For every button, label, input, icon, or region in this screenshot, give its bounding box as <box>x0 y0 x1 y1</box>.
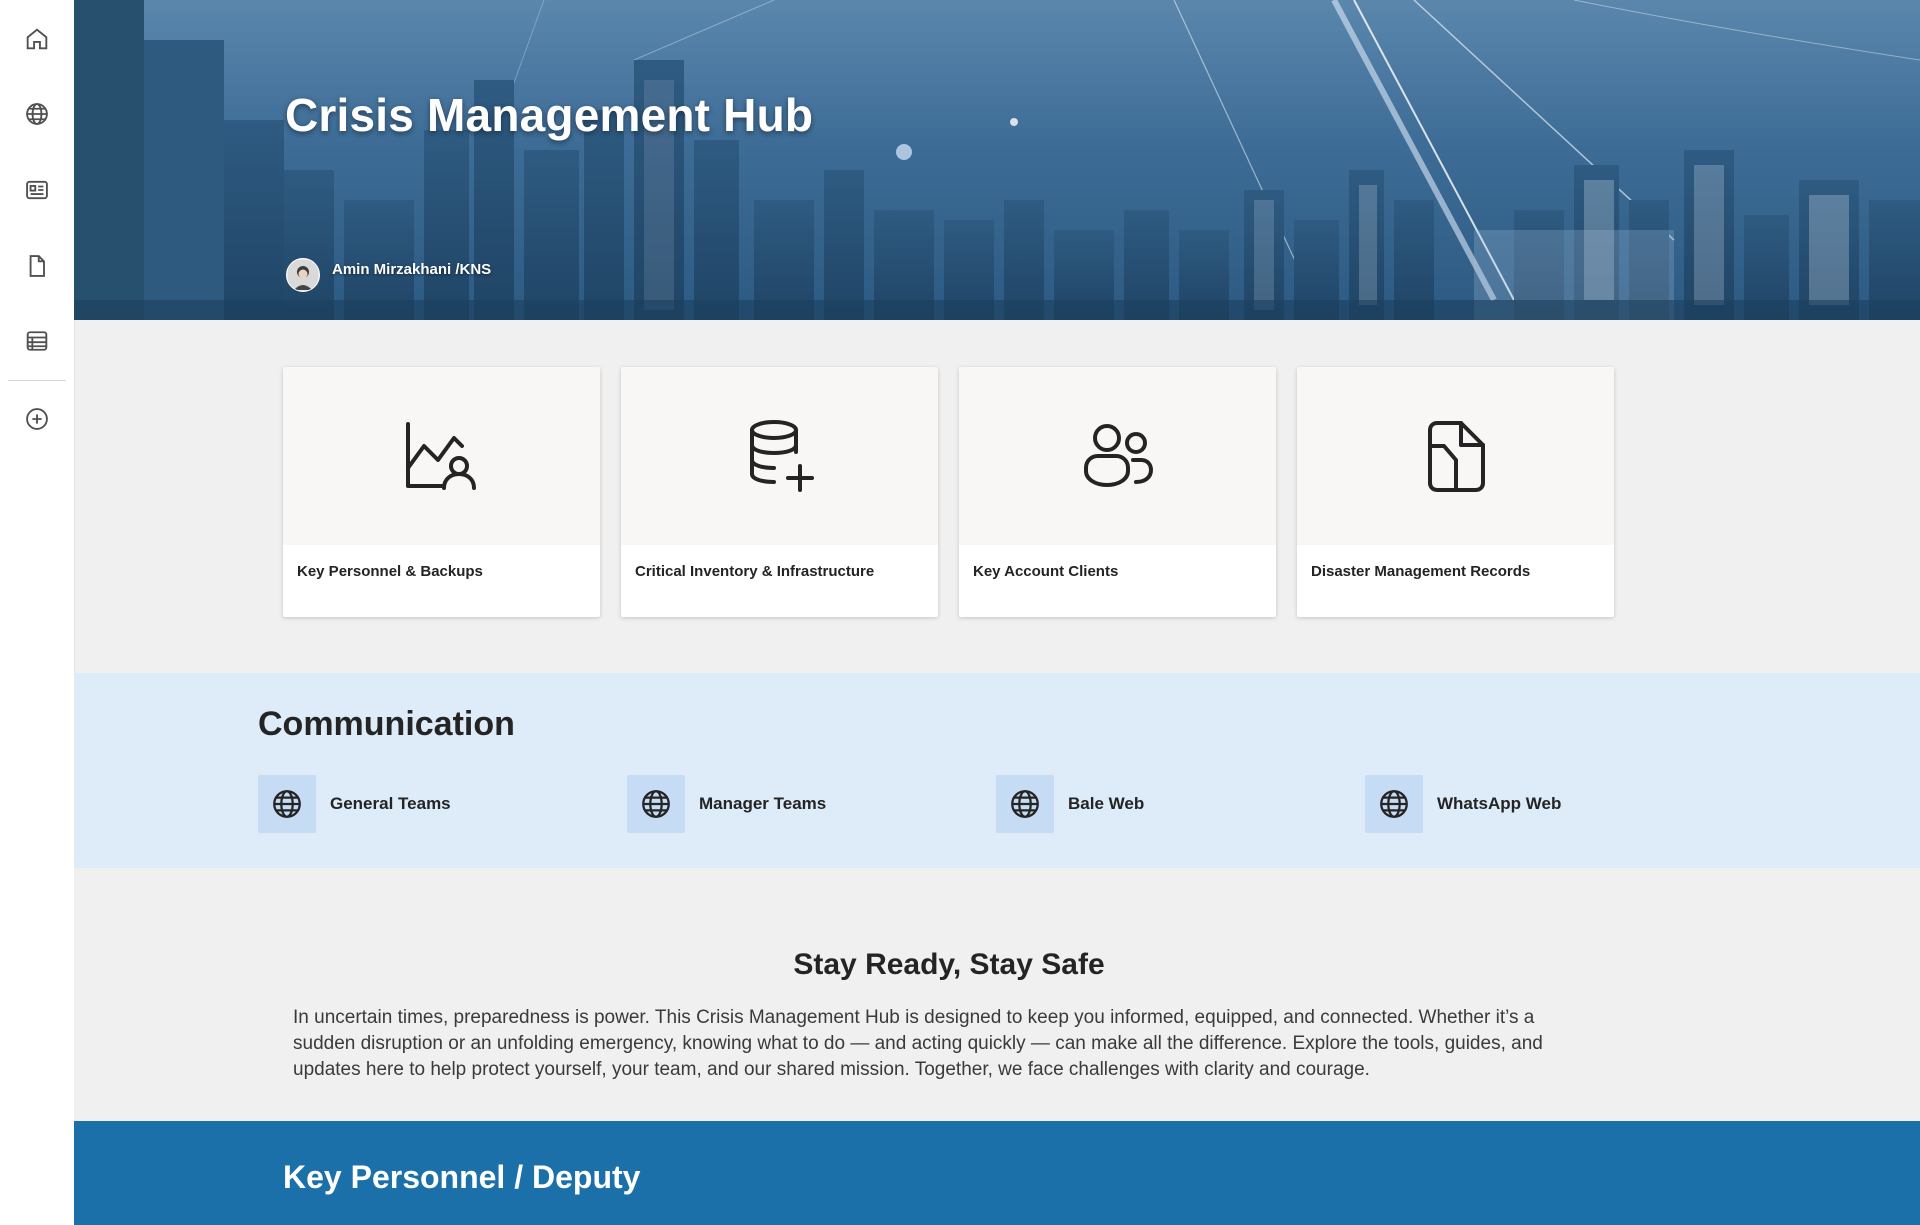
quick-link-key-personnel[interactable]: Key Personnel & Backups <box>283 367 600 617</box>
intro-body: In uncertain times, preparedness is powe… <box>293 1007 1543 1080</box>
link-label: WhatsApp Web <box>1437 794 1562 813</box>
link-bale-web[interactable]: Bale Web <box>996 775 1326 833</box>
person-photo-icon <box>288 260 318 290</box>
document-folder-icon <box>1427 421 1485 492</box>
avatar <box>286 258 320 292</box>
quick-link-disaster-records[interactable]: Disaster Management Records <box>1297 367 1614 617</box>
link-general-teams[interactable]: General Teams <box>258 775 588 833</box>
app-bar-divider <box>8 380 66 381</box>
section-title: Key Personnel / Deputy <box>283 1159 641 1195</box>
quick-link-label: Critical Inventory & Infrastructure <box>635 563 875 580</box>
sites-button[interactable] <box>17 94 57 134</box>
lists-button[interactable] <box>17 321 57 361</box>
globe-icon <box>1011 790 1039 818</box>
communication-section: Communication General Teams Manager Team… <box>74 673 1920 868</box>
chart-person-icon <box>405 422 476 490</box>
link-label: Bale Web <box>1068 794 1145 813</box>
link-label: General Teams <box>330 794 451 813</box>
globe-icon <box>26 103 48 125</box>
globe-icon <box>642 790 670 818</box>
globe-icon <box>273 790 301 818</box>
quick-link-critical-inventory[interactable]: Critical Inventory & Infrastructure <box>621 367 938 617</box>
author-byline[interactable]: Amin Mirzakhani /KNS <box>286 258 491 292</box>
hero-banner: Crisis Management Hub Amin Mirzakhani /K… <box>74 0 1920 320</box>
quick-link-label: Disaster Management Records <box>1311 563 1531 580</box>
key-personnel-section: Key Personnel / Deputy <box>74 1121 1920 1225</box>
files-button[interactable] <box>17 246 57 286</box>
news-icon <box>26 180 48 200</box>
author-name[interactable]: Amin Mirzakhani /KNS <box>332 261 491 278</box>
people-icon <box>1083 424 1153 487</box>
app-bar <box>0 0 75 1225</box>
home-button[interactable] <box>17 19 57 59</box>
intro-section: Stay Ready, Stay Safe In uncertain times… <box>74 868 1920 1121</box>
globe-icon <box>1380 790 1408 818</box>
create-button[interactable] <box>17 399 57 439</box>
document-icon <box>29 255 45 277</box>
quick-links: Key Personnel & Backups Critical Invento… <box>283 367 1614 617</box>
database-add-icon <box>749 420 814 492</box>
page-title: Crisis Management Hub <box>285 89 814 141</box>
section-title: Communication <box>258 705 515 743</box>
link-label: Manager Teams <box>699 794 827 813</box>
link-whatsapp-web[interactable]: WhatsApp Web <box>1365 775 1695 833</box>
quick-link-label: Key Account Clients <box>973 563 1119 580</box>
news-button[interactable] <box>17 170 57 210</box>
home-icon <box>26 28 48 50</box>
quick-link-key-account-clients[interactable]: Key Account Clients <box>959 367 1276 617</box>
intro-title: Stay Ready, Stay Safe <box>793 948 1105 981</box>
quick-link-label: Key Personnel & Backups <box>297 563 483 580</box>
add-circle-icon <box>26 408 48 430</box>
list-icon <box>26 331 48 351</box>
link-manager-teams[interactable]: Manager Teams <box>627 775 957 833</box>
